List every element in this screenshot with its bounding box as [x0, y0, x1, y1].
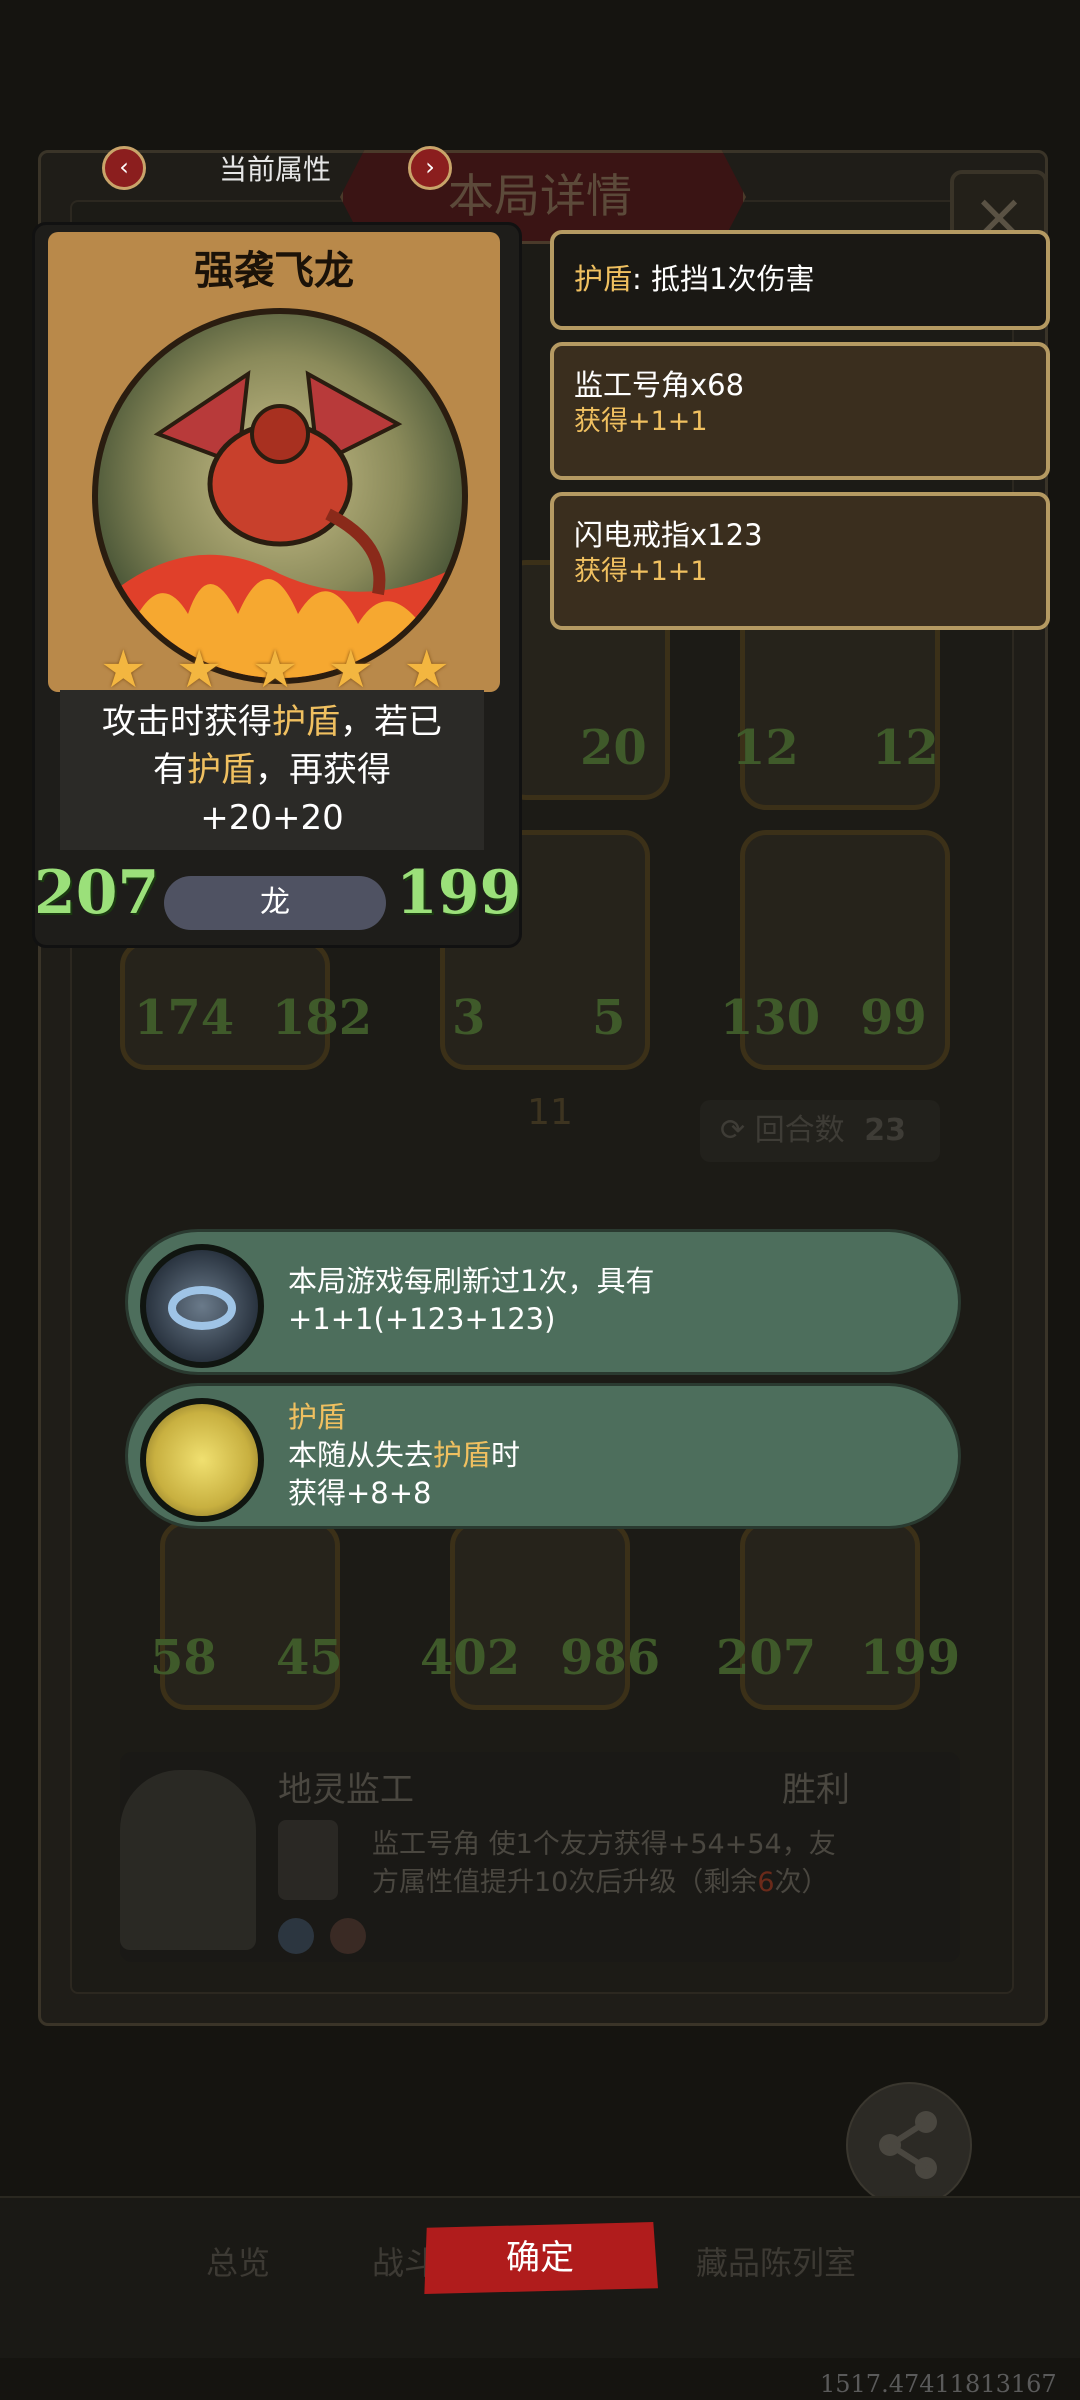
- board-card-attack: 130: [720, 990, 821, 1046]
- shield-moon-icon: [140, 1398, 264, 1522]
- round-counter: ⟳ 回合数 23: [700, 1100, 940, 1162]
- opponent-desc-text: 方属性值提升10次后升级（剩余: [372, 1867, 758, 1898]
- effect-text: 本局游戏每刷新过1次，具有 +1+1(+123+123): [288, 1262, 654, 1338]
- effect-line3: 获得+8+8: [288, 1476, 432, 1510]
- board-card-health: 182: [272, 990, 373, 1046]
- board-card-health: 12: [872, 720, 939, 776]
- opponent-avatar: [120, 1770, 256, 1950]
- attribute-title: 当前属性: [218, 153, 331, 186]
- info-box-horn: 监工号角x68 获得+1+1: [550, 342, 1050, 480]
- card-description: 攻击时获得护盾，若已 有护盾，再获得 +20+20: [64, 698, 480, 842]
- shield-keyword: 护盾: [272, 702, 340, 742]
- info-title: 护盾: 抵挡1次伤害: [574, 260, 1026, 298]
- page-title: 本局详情: [448, 169, 632, 223]
- next-arrow-button[interactable]: ›: [408, 146, 452, 190]
- card-type: 龙: [164, 876, 386, 930]
- remaining-count: 6: [757, 1867, 775, 1898]
- tab-collection[interactable]: 藏品陈列室: [696, 2238, 856, 2284]
- flame-badge-icon: [330, 1918, 366, 1954]
- card-desc-line1: 攻击时获得护盾，若已: [64, 698, 480, 746]
- effect-text: 护盾 本随从失去护盾时 获得+8+8: [288, 1398, 520, 1512]
- opponent-desc-line2: 方属性值提升10次后升级（剩余6次）: [372, 1864, 852, 1902]
- board-card-health: 5: [592, 990, 626, 1046]
- board-card-attack: 174: [134, 990, 235, 1046]
- share-icon: [879, 2111, 937, 2179]
- card-health: 199: [396, 858, 522, 928]
- share-button[interactable]: [846, 2082, 972, 2208]
- board-card-health: 986: [560, 1630, 661, 1686]
- desc-text: 有: [153, 750, 187, 790]
- card-desc-line3: +20+20: [200, 798, 344, 838]
- effect-line1: 本局游戏每刷新过1次，具有: [288, 1264, 655, 1298]
- dragon-illustration: [98, 369, 462, 678]
- dragon-art: [92, 308, 468, 684]
- board-card-health: 20: [580, 720, 647, 776]
- ring-icon: [140, 1244, 264, 1368]
- board-card-health: 199: [860, 1630, 961, 1686]
- shield-keyword: 护盾: [574, 262, 633, 296]
- opponent-desc-line1: 监工号角 使1个友方获得+54+54，友: [372, 1829, 836, 1860]
- board-card-attack: 207: [716, 1630, 817, 1686]
- step-badge: 11: [527, 1092, 573, 1133]
- card-name: 强袭飞龙: [194, 248, 354, 294]
- info-title: 监工号角x68: [574, 368, 745, 402]
- info-box-shield: 护盾: 抵挡1次伤害: [550, 230, 1050, 330]
- round-value: 23: [864, 1113, 906, 1148]
- info-subtitle: 获得+1+1: [574, 556, 708, 587]
- desc-text: 攻击时获得: [102, 702, 272, 742]
- effect-title: 护盾: [288, 1400, 347, 1434]
- opponent-name: 地灵监工: [278, 1770, 414, 1810]
- board-card-attack: 58: [150, 1630, 217, 1686]
- round-label: 回合数: [754, 1113, 845, 1148]
- board-card-attack: 12: [732, 720, 799, 776]
- board-card-attack: 402: [420, 1630, 521, 1686]
- refresh-icon: ⟳: [720, 1113, 746, 1148]
- desc-text: ，若已: [340, 702, 442, 742]
- sword-badge-icon: [278, 1918, 314, 1954]
- effect-line2: 本随从失去护盾时: [288, 1436, 520, 1474]
- info-title: 闪电戒指x123: [574, 518, 763, 552]
- board-card-attack: 3: [452, 990, 486, 1046]
- ring-glyph: [168, 1286, 236, 1330]
- card-attack: 207: [34, 858, 160, 928]
- coordinate-readout: 1517.47411813167: [820, 2370, 1057, 2398]
- tab-overview[interactable]: 总览: [206, 2238, 270, 2284]
- shield-keyword: 护盾: [187, 750, 255, 790]
- horn-icon: [278, 1820, 338, 1900]
- battle-result: 胜利: [782, 1770, 850, 1810]
- effect-line2: +1+1(+123+123): [288, 1302, 556, 1336]
- board-card-health: 45: [276, 1630, 343, 1686]
- confirm-button[interactable]: 确定: [424, 2222, 658, 2294]
- card-desc-line2: 有护盾，再获得: [64, 746, 480, 794]
- info-subtitle: 获得+1+1: [574, 406, 708, 437]
- info-box-ring: 闪电戒指x123 获得+1+1: [550, 492, 1050, 630]
- opponent-desc-suffix: 次）: [774, 1867, 829, 1898]
- info-text: : 抵挡1次伤害: [632, 262, 815, 296]
- effect-text-part: 本随从失去: [288, 1438, 434, 1472]
- opponent-desc: 监工号角 使1个友方获得+54+54，友 方属性值提升10次后升级（剩余6次）: [372, 1826, 852, 1902]
- effect-text-part: 时: [491, 1438, 521, 1472]
- desc-text: ，再获得: [255, 750, 391, 790]
- board-card[interactable]: [740, 600, 940, 810]
- shield-keyword: 护盾: [433, 1438, 492, 1472]
- prev-arrow-button[interactable]: ‹: [102, 146, 146, 190]
- board-card-health: 99: [860, 990, 927, 1046]
